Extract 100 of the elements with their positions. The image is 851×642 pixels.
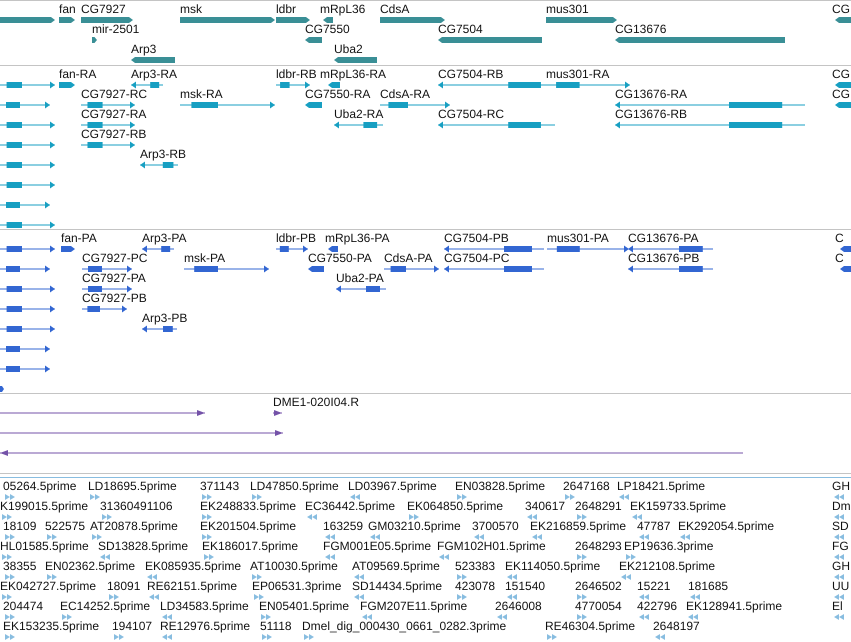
- est-glyph[interactable]: [354, 593, 364, 601]
- est-glyph[interactable]: [2, 593, 12, 601]
- est-glyph[interactable]: [5, 573, 15, 581]
- transcript-glyph[interactable]: [546, 81, 630, 89]
- gene-glyph[interactable]: [323, 16, 333, 24]
- gene-glyph[interactable]: [92, 36, 97, 44]
- est-glyph[interactable]: [62, 613, 72, 621]
- protein-glyph[interactable]: [0, 245, 55, 253]
- est-glyph[interactable]: [202, 533, 212, 541]
- est-glyph[interactable]: [621, 573, 631, 581]
- transcript-glyph[interactable]: [0, 181, 55, 189]
- est-glyph[interactable]: [2, 553, 12, 561]
- est-glyph[interactable]: [204, 553, 214, 561]
- est-glyph[interactable]: [162, 633, 172, 641]
- est-glyph[interactable]: [507, 573, 517, 581]
- gene-glyph[interactable]: [546, 16, 617, 24]
- transcript-glyph[interactable]: [615, 101, 805, 109]
- gene-glyph[interactable]: [380, 16, 445, 24]
- protein-glyph[interactable]: [384, 265, 439, 273]
- transcript-glyph[interactable]: [276, 81, 310, 89]
- protein-glyph[interactable]: [184, 265, 269, 273]
- est-glyph[interactable]: [202, 493, 212, 501]
- transcript-glyph[interactable]: [438, 121, 555, 129]
- transcript-glyph[interactable]: [0, 101, 50, 109]
- est-glyph[interactable]: [577, 613, 587, 621]
- protein-glyph[interactable]: [0, 385, 4, 393]
- est-glyph[interactable]: [162, 613, 172, 621]
- est-glyph[interactable]: [577, 553, 587, 561]
- alignment-glyph[interactable]: [0, 429, 283, 437]
- protein-glyph[interactable]: [444, 245, 544, 253]
- est-glyph[interactable]: [109, 593, 119, 601]
- est-glyph[interactable]: [5, 633, 15, 641]
- est-glyph[interactable]: [5, 493, 15, 501]
- est-glyph[interactable]: [147, 573, 157, 581]
- est-glyph[interactable]: [639, 533, 649, 541]
- est-glyph[interactable]: [834, 493, 844, 501]
- est-glyph[interactable]: [565, 493, 575, 501]
- est-glyph[interactable]: [834, 533, 844, 541]
- transcript-glyph[interactable]: [140, 161, 178, 169]
- est-glyph[interactable]: [325, 553, 335, 561]
- est-glyph[interactable]: [626, 553, 636, 561]
- est-glyph[interactable]: [639, 613, 649, 621]
- gene-glyph[interactable]: [334, 56, 377, 64]
- protein-glyph[interactable]: [142, 325, 177, 333]
- protein-glyph[interactable]: [308, 265, 324, 273]
- gene-glyph[interactable]: [835, 16, 851, 24]
- alignment-glyph[interactable]: [0, 449, 743, 457]
- protein-glyph[interactable]: [82, 265, 132, 273]
- gene-glyph[interactable]: [305, 36, 322, 44]
- transcript-glyph[interactable]: [59, 81, 75, 89]
- protein-glyph[interactable]: [0, 265, 50, 273]
- est-glyph[interactable]: [92, 533, 102, 541]
- est-glyph[interactable]: [834, 553, 844, 561]
- est-glyph[interactable]: [325, 533, 335, 541]
- est-glyph[interactable]: [577, 593, 587, 601]
- transcript-glyph[interactable]: [0, 141, 55, 149]
- gene-glyph[interactable]: [81, 16, 133, 24]
- est-glyph[interactable]: [474, 533, 484, 541]
- est-glyph[interactable]: [457, 493, 467, 501]
- protein-glyph[interactable]: [444, 265, 544, 273]
- est-glyph[interactable]: [527, 513, 537, 521]
- protein-glyph[interactable]: [628, 265, 713, 273]
- alignment-glyph[interactable]: [273, 409, 282, 417]
- est-glyph[interactable]: [261, 613, 271, 621]
- transcript-glyph[interactable]: [835, 101, 851, 109]
- protein-glyph[interactable]: [336, 285, 386, 293]
- transcript-glyph[interactable]: [0, 81, 55, 89]
- est-glyph[interactable]: [619, 493, 629, 501]
- est-glyph[interactable]: [114, 633, 124, 641]
- transcript-glyph[interactable]: [305, 101, 322, 109]
- transcript-glyph[interactable]: [81, 141, 135, 149]
- transcript-glyph[interactable]: [615, 121, 805, 129]
- est-glyph[interactable]: [5, 533, 15, 541]
- transcript-glyph[interactable]: [180, 101, 275, 109]
- est-glyph[interactable]: [252, 493, 262, 501]
- est-glyph[interactable]: [254, 593, 264, 601]
- est-glyph[interactable]: [262, 633, 272, 641]
- gene-glyph[interactable]: [131, 56, 175, 64]
- transcript-glyph[interactable]: [0, 221, 55, 229]
- transcript-glyph[interactable]: [328, 81, 340, 89]
- est-glyph[interactable]: [632, 513, 642, 521]
- est-glyph[interactable]: [532, 533, 542, 541]
- est-glyph[interactable]: [47, 573, 57, 581]
- est-glyph[interactable]: [834, 593, 844, 601]
- transcript-glyph[interactable]: [81, 121, 135, 129]
- est-glyph[interactable]: [409, 513, 419, 521]
- protein-glyph[interactable]: [547, 245, 629, 253]
- est-glyph[interactable]: [457, 593, 467, 601]
- protein-glyph[interactable]: [82, 285, 132, 293]
- protein-glyph[interactable]: [142, 245, 174, 253]
- est-glyph[interactable]: [680, 533, 690, 541]
- est-glyph[interactable]: [252, 573, 262, 581]
- est-glyph[interactable]: [307, 513, 317, 521]
- est-glyph[interactable]: [834, 613, 844, 621]
- est-glyph[interactable]: [577, 513, 587, 521]
- est-glyph[interactable]: [639, 593, 649, 601]
- est-glyph[interactable]: [507, 593, 517, 601]
- protein-glyph[interactable]: [840, 265, 851, 273]
- protein-glyph[interactable]: [61, 245, 75, 253]
- est-glyph[interactable]: [304, 633, 314, 641]
